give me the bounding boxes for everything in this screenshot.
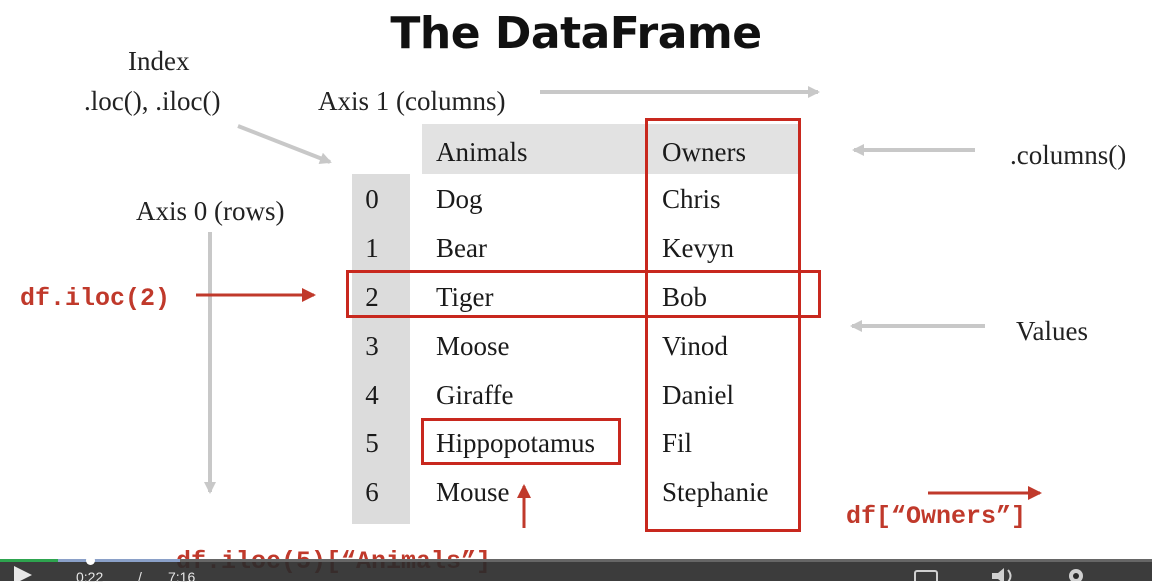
current-time: 0:22 <box>76 569 104 585</box>
play-button[interactable] <box>10 566 40 584</box>
play-icon <box>14 566 32 584</box>
time-separator: / <box>138 569 142 585</box>
captions-icon <box>914 570 938 586</box>
progress-scrubber[interactable] <box>85 556 95 565</box>
duration: 7:16 <box>168 569 196 585</box>
index-arrow <box>237 124 332 164</box>
captions-button[interactable] <box>914 568 940 586</box>
settings-button[interactable] <box>1064 566 1088 583</box>
volume-icon <box>992 568 1012 584</box>
annotation-arrows <box>196 86 1042 528</box>
progress-played <box>0 559 58 562</box>
settings-icon <box>1069 569 1083 583</box>
volume-button[interactable] <box>990 566 1020 584</box>
